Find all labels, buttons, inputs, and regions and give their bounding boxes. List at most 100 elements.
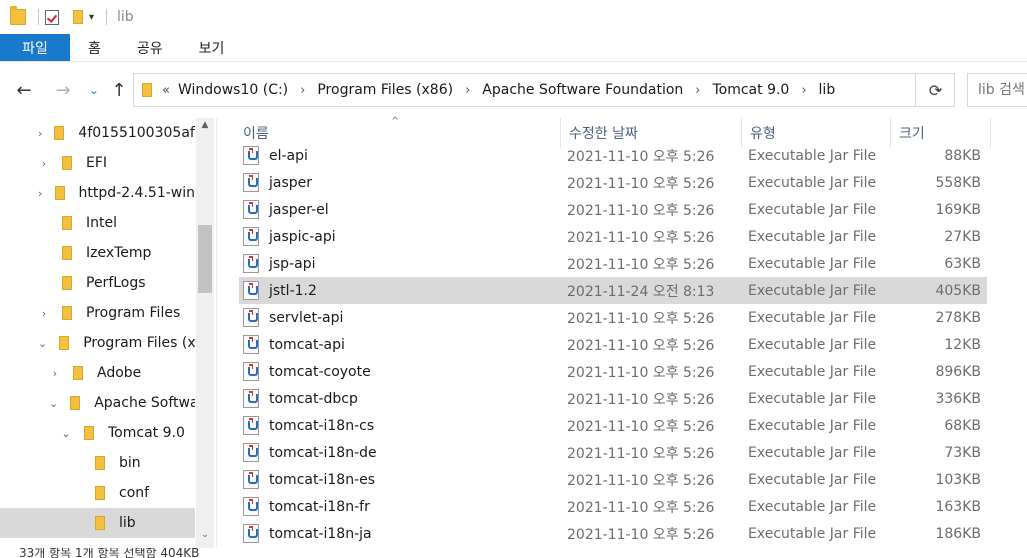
- search-box[interactable]: [967, 73, 1027, 107]
- file-row[interactable]: tomcat-i18n-cs 2021-11-10 오후 5:26 Executab…: [239, 412, 987, 439]
- file-row[interactable]: tomcat-dbcp 2021-11-10 오후 5:26 Executable …: [239, 385, 987, 412]
- expand-chevron-icon[interactable]: ›: [38, 157, 50, 170]
- file-row[interactable]: jaspic-api 2021-11-10 오후 5:26 Executable J…: [239, 223, 987, 250]
- breadcrumb-apache-software-foundation[interactable]: Apache Software Foundation: [482, 82, 683, 98]
- file-date: 2021-11-10 오후 5:26: [567, 229, 715, 246]
- tree-item-label: Program Files (x: [83, 335, 195, 351]
- recent-locations-chevron-icon[interactable]: ⌄: [83, 78, 105, 102]
- file-date: 2021-11-10 오후 5:26: [567, 391, 715, 408]
- tree-item[interactable]: › Adobe: [0, 358, 195, 388]
- status-text: 33개 항목 1개 항목 선택함 404KB: [19, 548, 200, 558]
- file-date: 2021-11-10 오후 5:26: [567, 364, 715, 381]
- file-date: 2021-11-10 오후 5:26: [567, 445, 715, 462]
- customize-toolbar-dropdown-icon[interactable]: ▾: [89, 7, 94, 27]
- file-name: tomcat-api: [269, 336, 345, 353]
- jar-file-icon: [243, 335, 259, 354]
- breadcrumb-separator-icon[interactable]: ›: [695, 83, 700, 98]
- navigation-bar: ← → ⌄ ↑ « Windows10 (C:) › Program Files…: [0, 62, 1027, 118]
- file-date: 2021-11-10 오후 5:26: [567, 202, 715, 219]
- file-row[interactable]: jsp-api 2021-11-10 오후 5:26 Executable Jar …: [239, 250, 987, 277]
- tree-item[interactable]: lib: [0, 508, 195, 538]
- back-arrow-icon[interactable]: ←: [13, 78, 35, 102]
- up-arrow-icon[interactable]: ↑: [108, 78, 130, 102]
- tree-item[interactable]: › 4f0155100305af2: [0, 118, 195, 148]
- jar-file-icon: [243, 227, 259, 246]
- file-size: 558KB: [935, 174, 981, 191]
- breadcrumb-separator-icon[interactable]: ›: [801, 83, 806, 98]
- new-folder-icon[interactable]: [73, 7, 83, 27]
- file-row[interactable]: tomcat-i18n-ja 2021-11-10 오후 5:26 Executab…: [239, 520, 987, 547]
- file-size: 88KB: [944, 147, 981, 164]
- file-row[interactable]: tomcat-coyote 2021-11-10 오후 5:26 Executabl…: [239, 358, 987, 385]
- file-row[interactable]: jasper-el 2021-11-10 오후 5:26 Executable Ja…: [239, 196, 987, 223]
- file-row[interactable]: servlet-api 2021-11-10 오후 5:26 Executable …: [239, 304, 987, 331]
- file-size: 68KB: [944, 417, 981, 434]
- tree-item[interactable]: IzexTemp: [0, 238, 195, 268]
- tree-item[interactable]: ⌄ Program Files (x: [0, 328, 195, 358]
- file-type: Executable Jar File: [748, 525, 877, 542]
- jar-file-icon: [243, 308, 259, 327]
- file-type: Executable Jar File: [748, 174, 877, 191]
- file-type: Executable Jar File: [748, 444, 877, 461]
- file-date: 2021-11-24 오전 8:13: [567, 283, 715, 300]
- breadcrumb-drive[interactable]: Windows10 (C:): [178, 82, 288, 98]
- expand-chevron-icon[interactable]: ›: [49, 367, 61, 380]
- tree-item-label: 4f0155100305af2: [78, 125, 195, 141]
- address-bar[interactable]: « Windows10 (C:) › Program Files (x86) ›…: [133, 73, 955, 107]
- tree-scrollbar[interactable]: ▲ ⌄: [196, 118, 214, 548]
- tree-item[interactable]: ⌄ Apache Softwa: [0, 388, 195, 418]
- file-row[interactable]: tomcat-api 2021-11-10 오후 5:26 Executable J…: [239, 331, 987, 358]
- file-size: 278KB: [935, 309, 981, 326]
- file-row[interactable]: tomcat-i18n-de 2021-11-10 오후 5:26 Executab…: [239, 439, 987, 466]
- forward-arrow-icon[interactable]: →: [52, 78, 74, 102]
- breadcrumb-separator-icon[interactable]: ›: [300, 83, 305, 98]
- collapse-chevron-icon[interactable]: ⌄: [49, 397, 58, 410]
- column-divider[interactable]: [990, 118, 991, 148]
- file-row[interactable]: el-api 2021-11-10 오후 5:26 Executable Jar F…: [239, 142, 987, 169]
- tree-item[interactable]: Intel: [0, 208, 195, 238]
- file-date: 2021-11-10 오후 5:26: [567, 418, 715, 435]
- tree-item[interactable]: PerfLogs: [0, 268, 195, 298]
- breadcrumb-tomcat[interactable]: Tomcat 9.0: [712, 82, 789, 98]
- file-list: ^ 이름 수정한 날짜 유형 크기 el-api 2021-11-10 오후 5:…: [217, 116, 1027, 548]
- tree-item[interactable]: › EFI: [0, 148, 195, 178]
- breadcrumb-separator-icon[interactable]: ›: [465, 83, 470, 98]
- file-name: tomcat-i18n-cs: [269, 417, 375, 434]
- scrollbar-thumb[interactable]: [198, 225, 212, 293]
- file-row[interactable]: tomcat-i18n-fr 2021-11-10 오후 5:26 Executab…: [239, 493, 987, 520]
- scroll-up-arrow-icon[interactable]: ▲: [196, 120, 214, 134]
- tree-item-label: httpd-2.4.51-win: [78, 185, 195, 201]
- collapse-chevron-icon[interactable]: ⌄: [38, 337, 47, 350]
- tab-share[interactable]: 공유: [119, 34, 181, 61]
- tab-home[interactable]: 홈: [70, 34, 119, 61]
- properties-check-icon[interactable]: [45, 7, 59, 27]
- expand-chevron-icon[interactable]: ›: [38, 307, 50, 320]
- jar-file-icon: [243, 281, 259, 300]
- breadcrumb-lib[interactable]: lib: [819, 82, 836, 98]
- file-size: 27KB: [944, 228, 981, 245]
- refresh-icon[interactable]: ⟳: [915, 73, 955, 107]
- tree-item[interactable]: bin: [0, 448, 195, 478]
- file-row[interactable]: jasper 2021-11-10 오후 5:26 Executable Jar F…: [239, 169, 987, 196]
- scroll-down-arrow-icon[interactable]: ⌄: [196, 530, 214, 544]
- tree-item-label: PerfLogs: [86, 275, 146, 291]
- jar-file-icon: [243, 200, 259, 219]
- sort-ascending-icon: ^: [391, 116, 400, 127]
- tab-view[interactable]: 보기: [181, 34, 243, 61]
- file-row[interactable]: jstl-1.2 2021-11-24 오전 8:13 Executable Jar…: [239, 277, 987, 304]
- expand-chevron-icon[interactable]: ›: [38, 127, 42, 140]
- breadcrumb-overflow-icon[interactable]: «: [162, 83, 170, 98]
- file-date: 2021-11-10 오후 5:26: [567, 337, 715, 354]
- tree-item[interactable]: › httpd-2.4.51-win: [0, 178, 195, 208]
- tab-file[interactable]: 파일: [0, 34, 70, 61]
- folder-icon: [62, 276, 72, 290]
- search-input[interactable]: [978, 82, 1027, 98]
- breadcrumb-program-files-x86[interactable]: Program Files (x86): [317, 82, 453, 98]
- file-row[interactable]: tomcat-i18n-es 2021-11-10 오후 5:26 Executab…: [239, 466, 987, 493]
- collapse-chevron-icon[interactable]: ⌄: [60, 427, 72, 440]
- tree-item[interactable]: ⌄ Tomcat 9.0: [0, 418, 195, 448]
- expand-chevron-icon[interactable]: ›: [38, 187, 43, 200]
- tree-item[interactable]: conf: [0, 478, 195, 508]
- status-bar: 33개 항목 1개 항목 선택함 404KB: [0, 548, 1027, 558]
- tree-item[interactable]: › Program Files: [0, 298, 195, 328]
